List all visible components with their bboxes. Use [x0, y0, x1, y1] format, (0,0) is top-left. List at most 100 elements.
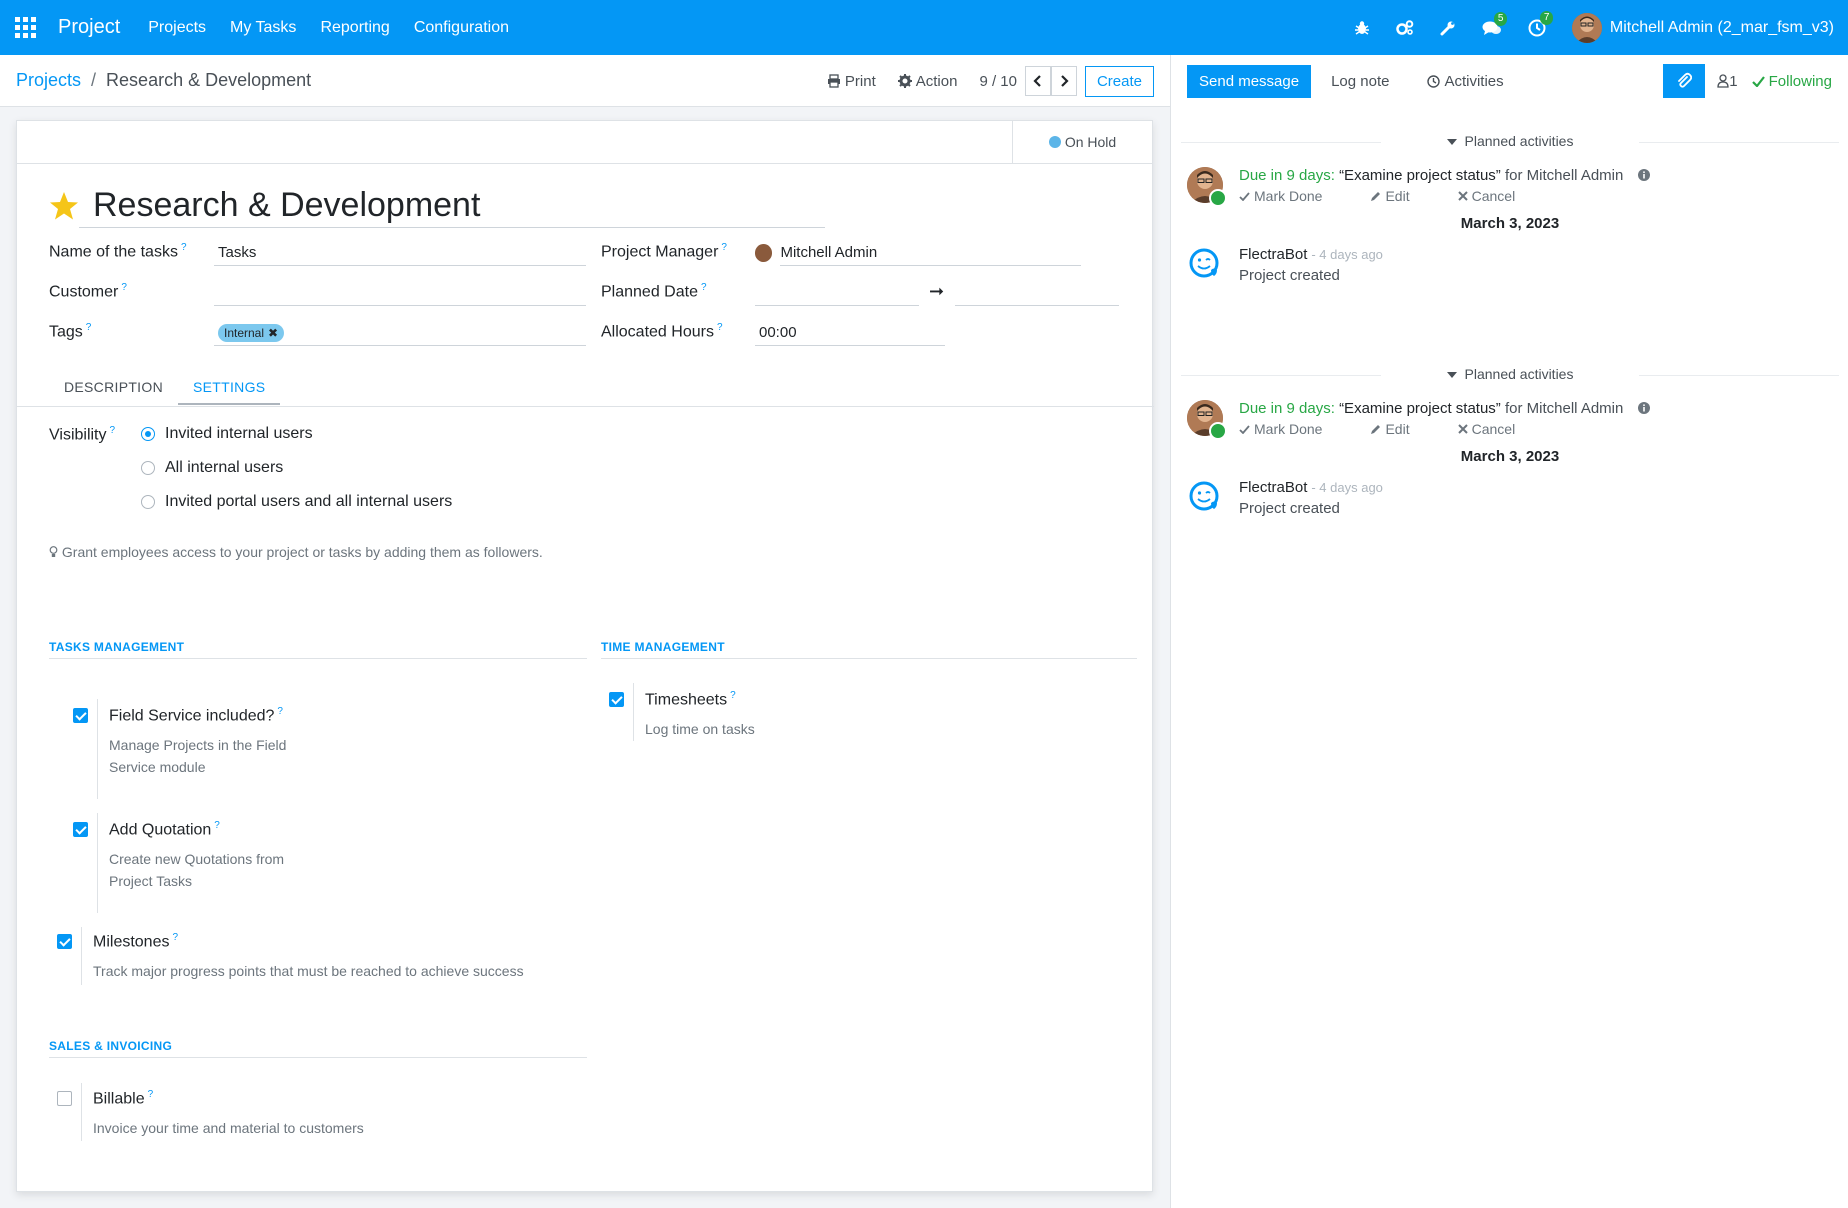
activity-assignee: for Mitchell Admin — [1504, 167, 1624, 184]
log-note-button[interactable]: Log note — [1331, 73, 1389, 90]
add-quotation-desc: Create new Quotations from Project Tasks — [109, 851, 285, 889]
print-button[interactable]: Print — [827, 73, 876, 90]
wrench-icon[interactable] — [1440, 20, 1456, 36]
edit-activity-button[interactable]: Edit — [1370, 188, 1433, 204]
mark-done-button[interactable]: Mark Done — [1239, 188, 1346, 204]
tab-settings[interactable]: SETTINGS — [177, 371, 281, 405]
status-bar: On Hold — [17, 121, 1152, 164]
milestones-desc: Track major progress points that must be… — [93, 963, 524, 979]
pencil-icon — [1371, 424, 1381, 434]
date-separator: March 3, 2023 — [1460, 215, 1560, 232]
pager-next-button[interactable] — [1050, 66, 1077, 96]
systray: 5 7 Mitchell Admin (2_mar_fsm_v3) — [1354, 0, 1848, 55]
following-button[interactable]: Following — [1751, 73, 1832, 90]
date-separator: March 3, 2023 — [1460, 448, 1560, 465]
app-brand[interactable]: Project — [58, 16, 120, 39]
message-item: FlectraBot - 4 days ago Project created — [1187, 246, 1827, 292]
name-tasks-input[interactable]: Tasks — [214, 240, 586, 266]
visibility-option-invited-internal[interactable]: Invited internal users — [141, 425, 313, 443]
manager-avatar — [755, 244, 773, 262]
planned-date-start-input[interactable] — [755, 280, 919, 306]
hint-text: Grant employees access to your project o… — [61, 544, 543, 560]
user-avatar[interactable] — [1571, 12, 1602, 43]
group-tasks-management: TASKS MANAGEMENT — [49, 640, 587, 659]
planned-date-end-input[interactable] — [955, 280, 1119, 306]
followers-button[interactable]: 1 — [1717, 73, 1738, 90]
visibility-option-all-internal[interactable]: All internal users — [141, 459, 283, 477]
milestones-checkbox[interactable] — [57, 934, 72, 949]
allocated-hours-input[interactable]: 00:00 — [755, 320, 945, 346]
cancel-activity-button[interactable]: Cancel — [1457, 188, 1540, 204]
mark-done-button[interactable]: Mark Done — [1239, 421, 1346, 437]
user-icon — [1717, 74, 1729, 88]
info-icon[interactable] — [1637, 169, 1650, 181]
date-range-arrow-icon: ➞ — [929, 281, 945, 301]
customer-input[interactable] — [214, 280, 586, 306]
tag-label: Internal — [224, 325, 265, 340]
pager-value[interactable]: 9 / 10 — [979, 73, 1017, 90]
menu-projects[interactable]: Projects — [148, 19, 206, 37]
chat-icon[interactable]: 5 — [1482, 11, 1508, 36]
clock-icon — [1427, 74, 1441, 88]
menu-configuration[interactable]: Configuration — [414, 19, 509, 37]
lightbulb-icon — [49, 546, 58, 557]
project-manager-input[interactable]: Mitchell Admin — [780, 240, 1081, 266]
tags-input[interactable]: Internal ✖ — [214, 320, 586, 346]
field-service-desc: Manage Projects in the Field Service mod… — [109, 737, 287, 775]
chatter-topbar: Send message Log note Activities 1 Follo… — [1171, 55, 1848, 107]
print-label: Print — [844, 72, 876, 90]
add-quotation-checkbox[interactable] — [73, 822, 88, 837]
tab-description[interactable]: DESCRIPTION — [49, 371, 178, 405]
paperclip-icon — [1678, 72, 1693, 88]
edit-activity-button[interactable]: Edit — [1370, 421, 1433, 437]
tags-label: Tags? — [49, 322, 92, 341]
tag-remove-icon[interactable]: ✖ — [268, 326, 278, 340]
cogs-icon[interactable] — [1396, 19, 1414, 36]
activity-summary: Due in 9 days: “Examine project status” … — [1239, 167, 1650, 184]
radio-checked[interactable] — [141, 427, 155, 441]
pager-previous-button[interactable] — [1024, 66, 1051, 96]
activity-assignee: for Mitchell Admin — [1504, 400, 1624, 417]
setting-divider — [97, 699, 98, 799]
billable-desc: Invoice your time and material to custom… — [93, 1120, 364, 1136]
activity-type-icon — [1209, 422, 1227, 440]
radio-unchecked[interactable] — [141, 461, 155, 475]
activity-due: Due in 9 days: — [1239, 167, 1335, 184]
action-button[interactable]: Action — [897, 72, 958, 90]
breadcrumb-projects[interactable]: Projects — [16, 70, 81, 91]
action-label: Action — [915, 72, 958, 90]
create-button[interactable]: Create — [1084, 65, 1154, 97]
activities-button[interactable]: Activities — [1427, 73, 1504, 90]
close-icon — [1457, 191, 1468, 201]
star-icon[interactable] — [49, 191, 79, 221]
message-author[interactable]: FlectraBot — [1239, 479, 1307, 496]
milestones-title: Milestones? — [93, 932, 179, 951]
activity-actions: Mark Done Edit Cancel — [1239, 421, 1563, 437]
timesheets-checkbox[interactable] — [609, 692, 624, 707]
menu-reporting[interactable]: Reporting — [320, 19, 389, 37]
user-name[interactable]: Mitchell Admin (2_mar_fsm_v3) — [1610, 19, 1834, 37]
menu-my-tasks[interactable]: My Tasks — [230, 19, 296, 37]
visibility-option-portal[interactable]: Invited portal users and all internal us… — [141, 493, 452, 511]
send-message-button[interactable]: Send message — [1187, 64, 1312, 98]
info-icon[interactable] — [1637, 402, 1650, 414]
clock-icon[interactable]: 7 — [1528, 10, 1554, 37]
status-button[interactable]: On Hold — [1012, 121, 1152, 163]
apps-grid-icon[interactable] — [14, 17, 36, 39]
billable-checkbox[interactable] — [57, 1091, 72, 1106]
tag-internal[interactable]: Internal ✖ — [218, 323, 285, 342]
check-icon — [1239, 191, 1250, 201]
planned-activities-header[interactable]: Planned activities — [1171, 133, 1848, 149]
radio-unchecked[interactable] — [141, 495, 155, 509]
control-panel: Projects / Research & Development Print … — [0, 55, 1170, 107]
project-title[interactable]: Research & Development — [93, 186, 480, 225]
activity-type-icon — [1209, 189, 1227, 207]
attachment-button[interactable] — [1663, 64, 1706, 98]
bug-icon[interactable] — [1354, 20, 1370, 36]
planned-activities-header[interactable]: Planned activities — [1171, 366, 1848, 382]
breadcrumb-current: Research & Development — [106, 70, 312, 90]
cancel-activity-button[interactable]: Cancel — [1457, 421, 1540, 437]
field-service-checkbox[interactable] — [73, 708, 88, 723]
message-author[interactable]: FlectraBot — [1239, 246, 1307, 263]
project-manager-field[interactable]: Mitchell Admin — [751, 240, 1081, 266]
